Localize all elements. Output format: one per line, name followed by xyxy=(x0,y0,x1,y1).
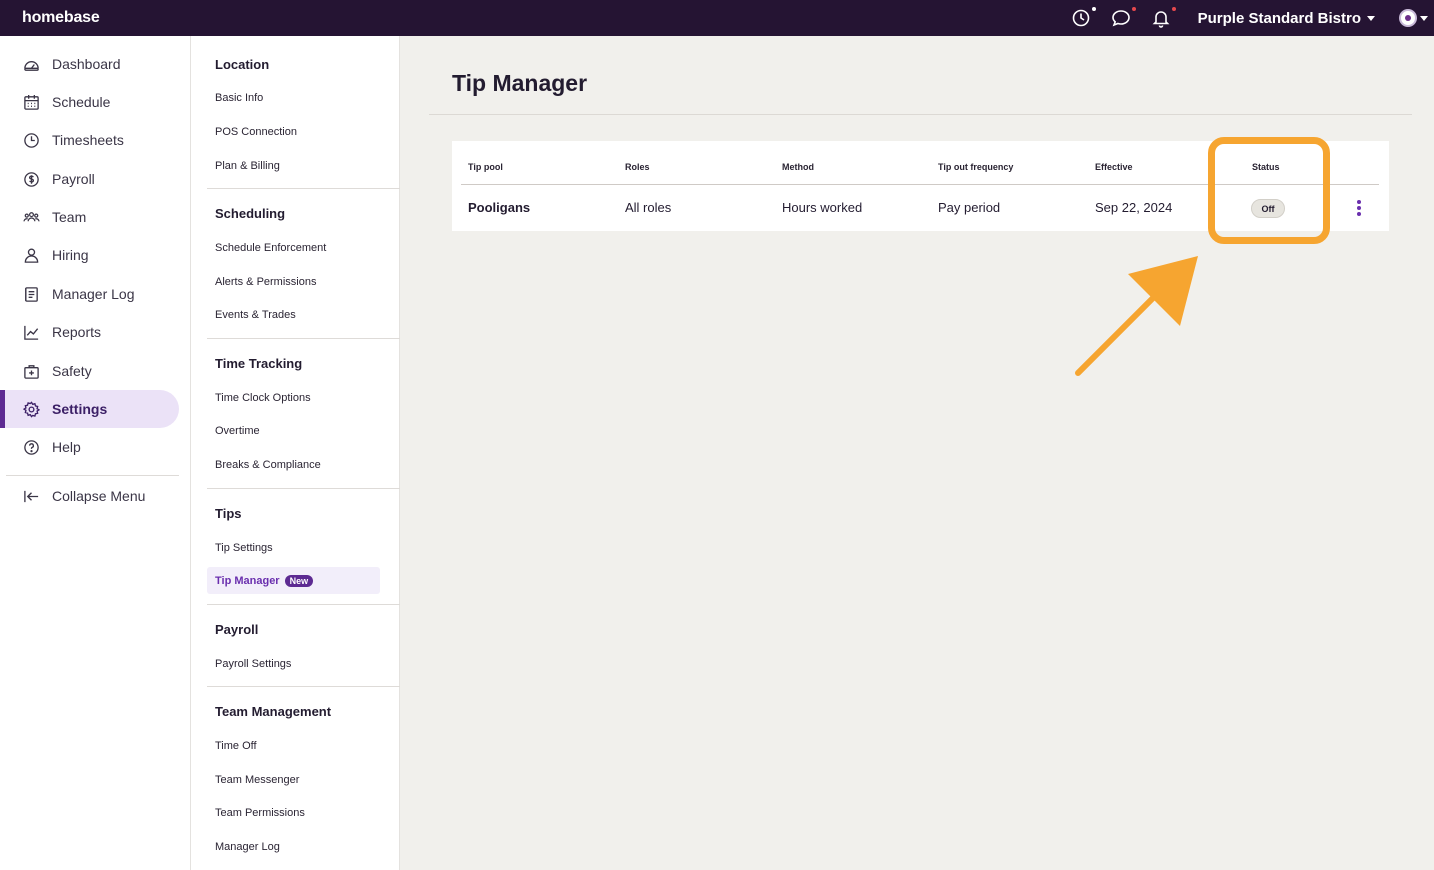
homebase-logo[interactable]: homebase xyxy=(22,9,100,27)
subnav-item-label: Tip Manager xyxy=(215,574,280,587)
new-badge: New xyxy=(284,574,314,587)
section-divider xyxy=(207,188,400,189)
column-header-effective: Effective xyxy=(1095,162,1133,172)
subnav-item-time-off[interactable]: Time Off xyxy=(215,740,257,752)
subnav-item-team-permissions[interactable]: Team Permissions xyxy=(215,807,305,819)
subnav-item-tip-manager[interactable]: Tip Manager New xyxy=(207,567,380,594)
annotation-arrow xyxy=(1075,256,1198,376)
method-cell: Hours worked xyxy=(782,200,863,215)
chat-notification-dot xyxy=(1131,7,1136,11)
user-menu[interactable] xyxy=(1399,9,1428,27)
dashboard-icon xyxy=(22,55,40,73)
chevron-down-icon xyxy=(1420,15,1428,21)
calendar-icon xyxy=(22,93,40,111)
person-icon xyxy=(22,246,40,264)
nav-label: Team xyxy=(52,209,87,225)
nav-item-schedule[interactable]: Schedule xyxy=(6,83,179,121)
nav-item-team[interactable]: Team xyxy=(6,198,179,236)
section-title-location: Location xyxy=(215,57,270,72)
help-icon xyxy=(22,438,40,456)
left-nav: Dashboard Schedule Timesheets Payroll Te… xyxy=(0,36,191,870)
nav-label: Hiring xyxy=(52,247,89,263)
more-options-icon[interactable] xyxy=(1356,200,1362,216)
annotation-highlight-box xyxy=(1208,137,1330,244)
subnav-item-alerts-permissions[interactable]: Alerts & Permissions xyxy=(215,276,316,288)
column-header-frequency: Tip out frequency xyxy=(938,162,1014,172)
log-icon xyxy=(22,285,40,303)
subnav-item-schedule-enforcement[interactable]: Schedule Enforcement xyxy=(215,242,326,254)
nav-item-settings[interactable]: Settings xyxy=(0,390,179,428)
collapse-label: Collapse Menu xyxy=(52,488,146,504)
settings-subnav: Location Basic Info POS Connection Plan … xyxy=(191,36,400,870)
clock-icon[interactable] xyxy=(1070,7,1096,29)
org-name: Purple Standard Bistro xyxy=(1197,9,1361,27)
chat-icon[interactable] xyxy=(1110,7,1136,29)
section-title-tips: Tips xyxy=(215,506,242,521)
bell-notification-dot xyxy=(1171,7,1176,11)
main-content: Tip Manager Tip pool Roles Method Tip ou… xyxy=(400,36,1434,870)
nav-item-manager-log[interactable]: Manager Log xyxy=(6,275,179,313)
nav-item-reports[interactable]: Reports xyxy=(6,313,179,351)
page-title: Tip Manager xyxy=(452,70,588,96)
nav-label: Help xyxy=(52,439,81,455)
subnav-item-breaks-compliance[interactable]: Breaks & Compliance xyxy=(215,459,321,471)
section-title-time-tracking: Time Tracking xyxy=(215,356,303,371)
section-title-scheduling: Scheduling xyxy=(215,206,286,221)
section-divider xyxy=(207,338,400,339)
bell-icon[interactable] xyxy=(1150,7,1176,29)
effective-cell: Sep 22, 2024 xyxy=(1095,200,1173,215)
subnav-item-time-clock-options[interactable]: Time Clock Options xyxy=(215,392,311,404)
subnav-item-payroll-settings[interactable]: Payroll Settings xyxy=(215,658,291,670)
roles-cell: All roles xyxy=(625,200,672,215)
collapse-menu-button[interactable]: Collapse Menu xyxy=(6,477,179,515)
nav-label: Safety xyxy=(52,363,92,379)
nav-item-safety[interactable]: Safety xyxy=(6,352,179,390)
nav-label: Schedule xyxy=(52,94,111,110)
subnav-item-basic-info[interactable]: Basic Info xyxy=(215,92,263,104)
subnav-item-events-trades[interactable]: Events & Trades xyxy=(215,309,296,321)
column-header-roles: Roles xyxy=(625,162,650,172)
nav-item-help[interactable]: Help xyxy=(6,428,179,466)
top-bar-actions: Purple Standard Bistro xyxy=(1070,0,1434,36)
first-aid-icon xyxy=(22,362,40,380)
nav-item-dashboard[interactable]: Dashboard xyxy=(6,45,179,83)
nav-label: Reports xyxy=(52,324,102,340)
column-header-tip-pool: Tip pool xyxy=(468,162,503,172)
section-title-payroll: Payroll xyxy=(215,622,259,637)
location-switcher[interactable]: Purple Standard Bistro xyxy=(1198,10,1375,27)
subnav-item-plan-billing[interactable]: Plan & Billing xyxy=(215,160,280,172)
chevron-down-icon xyxy=(1367,15,1375,21)
nav-item-timesheets[interactable]: Timesheets xyxy=(6,121,179,159)
team-icon xyxy=(22,208,40,226)
collapse-icon xyxy=(22,487,40,505)
column-header-method: Method xyxy=(782,162,814,172)
section-divider xyxy=(207,488,400,489)
chart-icon xyxy=(22,323,40,341)
title-divider xyxy=(429,114,1412,115)
clock-notification-dot xyxy=(1091,7,1096,11)
section-title-team-management: Team Management xyxy=(215,704,332,719)
gear-icon xyxy=(22,400,40,418)
subnav-item-manager-log[interactable]: Manager Log xyxy=(215,841,280,853)
section-divider xyxy=(207,604,400,605)
nav-item-payroll[interactable]: Payroll xyxy=(6,160,179,198)
nav-item-hiring[interactable]: Hiring xyxy=(6,236,179,274)
avatar-icon xyxy=(1399,9,1417,27)
nav-label: Dashboard xyxy=(52,56,121,72)
nav-label: Payroll xyxy=(52,171,95,187)
tip-pool-name[interactable]: Pooligans xyxy=(468,200,530,215)
section-divider xyxy=(207,686,400,687)
frequency-cell: Pay period xyxy=(938,200,1001,215)
nav-divider xyxy=(6,475,179,476)
subnav-item-tip-settings[interactable]: Tip Settings xyxy=(215,542,273,554)
subnav-item-team-messenger[interactable]: Team Messenger xyxy=(215,774,299,786)
clock-icon xyxy=(22,131,40,149)
subnav-item-pos-connection[interactable]: POS Connection xyxy=(215,126,297,138)
nav-label: Timesheets xyxy=(52,132,124,148)
dollar-icon xyxy=(22,170,40,188)
subnav-item-overtime[interactable]: Overtime xyxy=(215,425,260,437)
nav-label: Manager Log xyxy=(52,286,135,302)
nav-label: Settings xyxy=(52,401,108,417)
top-bar: homebase Purple Standard Bistro xyxy=(0,0,1434,36)
